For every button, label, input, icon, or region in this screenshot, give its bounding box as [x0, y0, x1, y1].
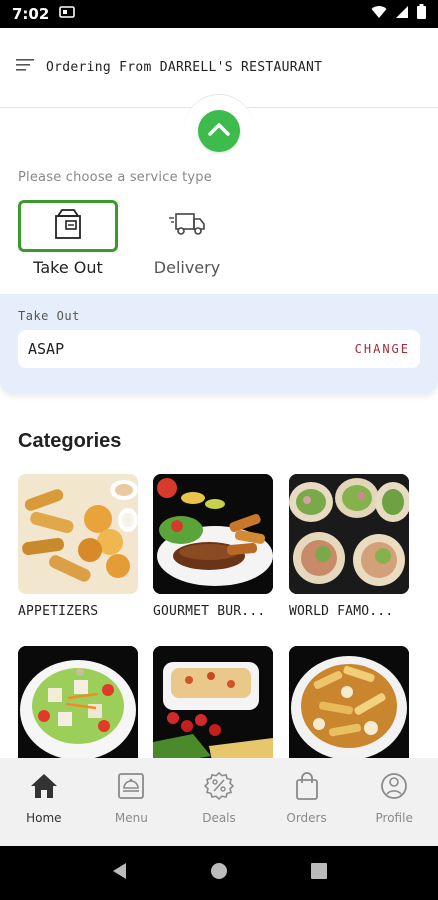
category-image [18, 474, 138, 594]
service-option-delivery[interactable]: Delivery [137, 200, 237, 277]
category-label: GOURMET BUR... [153, 604, 266, 619]
nav-item-orders[interactable]: Orders [263, 758, 351, 846]
categories-title: Categories [18, 430, 122, 452]
sim-card-icon [59, 5, 76, 23]
nav-item-home[interactable]: Home [0, 758, 88, 846]
nav-item-deals[interactable]: Deals [175, 758, 263, 846]
wifi-icon [371, 5, 387, 24]
category-card-gourmet-burgers[interactable]: GOURMET BUR... [153, 474, 273, 619]
battery-icon [417, 4, 426, 24]
menu-book-icon [116, 772, 146, 805]
takeout-bag-icon [50, 206, 86, 247]
recents-icon[interactable] [310, 862, 328, 885]
category-card-5[interactable] [153, 646, 273, 776]
takeout-selector[interactable] [18, 200, 118, 252]
order-time-panel: Take Out ASAP CHANGE [0, 294, 438, 394]
home-circle-icon[interactable] [209, 861, 229, 886]
nav-item-menu[interactable]: Menu [88, 758, 176, 846]
panel-label: Take Out [18, 309, 80, 323]
change-button[interactable]: CHANGE [355, 342, 410, 356]
delivery-selector[interactable] [137, 200, 237, 252]
nav-label: Deals [202, 811, 236, 825]
menu-icon[interactable] [16, 58, 34, 77]
delivery-truck-icon [168, 209, 206, 244]
order-time-value: ASAP [28, 340, 65, 358]
service-prompt: Please choose a service type [18, 170, 212, 185]
nav-item-profile[interactable]: Profile [350, 758, 438, 846]
user-profile-icon [379, 772, 409, 805]
bottom-nav: Home Menu Deals Orders Profile [0, 758, 438, 846]
category-label: WORLD FAMO... [289, 604, 394, 619]
app-screen: 7:02 Ordering From DARRELL'S RESTAURANT [0, 0, 438, 900]
discount-badge-icon [203, 771, 235, 805]
status-time: 7:02 [12, 5, 50, 23]
service-option-takeout[interactable]: Take Out [18, 200, 118, 277]
cellular-signal-icon [395, 5, 409, 24]
system-nav-bar [0, 846, 438, 900]
category-image [289, 474, 409, 594]
category-image [153, 646, 273, 766]
nav-label: Profile [375, 811, 413, 825]
nav-label: Home [26, 811, 62, 825]
nav-label: Orders [286, 811, 327, 825]
category-card-appetizers[interactable]: APPETIZERS [18, 474, 138, 619]
header-title: Ordering From DARRELL'S RESTAURANT [46, 60, 323, 75]
nav-label: Menu [114, 811, 148, 825]
back-icon[interactable] [110, 861, 128, 886]
home-icon [29, 772, 59, 805]
collapse-button[interactable] [198, 110, 240, 152]
shopping-bag-icon [292, 772, 322, 805]
chevron-up-icon [208, 122, 230, 141]
category-label: APPETIZERS [18, 604, 99, 619]
category-image [153, 474, 273, 594]
status-bar: 7:02 [0, 0, 438, 28]
category-image [289, 646, 409, 766]
order-time-field[interactable]: ASAP CHANGE [18, 330, 420, 368]
takeout-label: Take Out [33, 258, 103, 277]
category-card-4[interactable] [18, 646, 138, 776]
category-card-world-famous[interactable]: WORLD FAMO... [289, 474, 409, 619]
delivery-label: Delivery [153, 258, 221, 277]
category-image [18, 646, 138, 766]
category-card-6[interactable] [289, 646, 409, 776]
